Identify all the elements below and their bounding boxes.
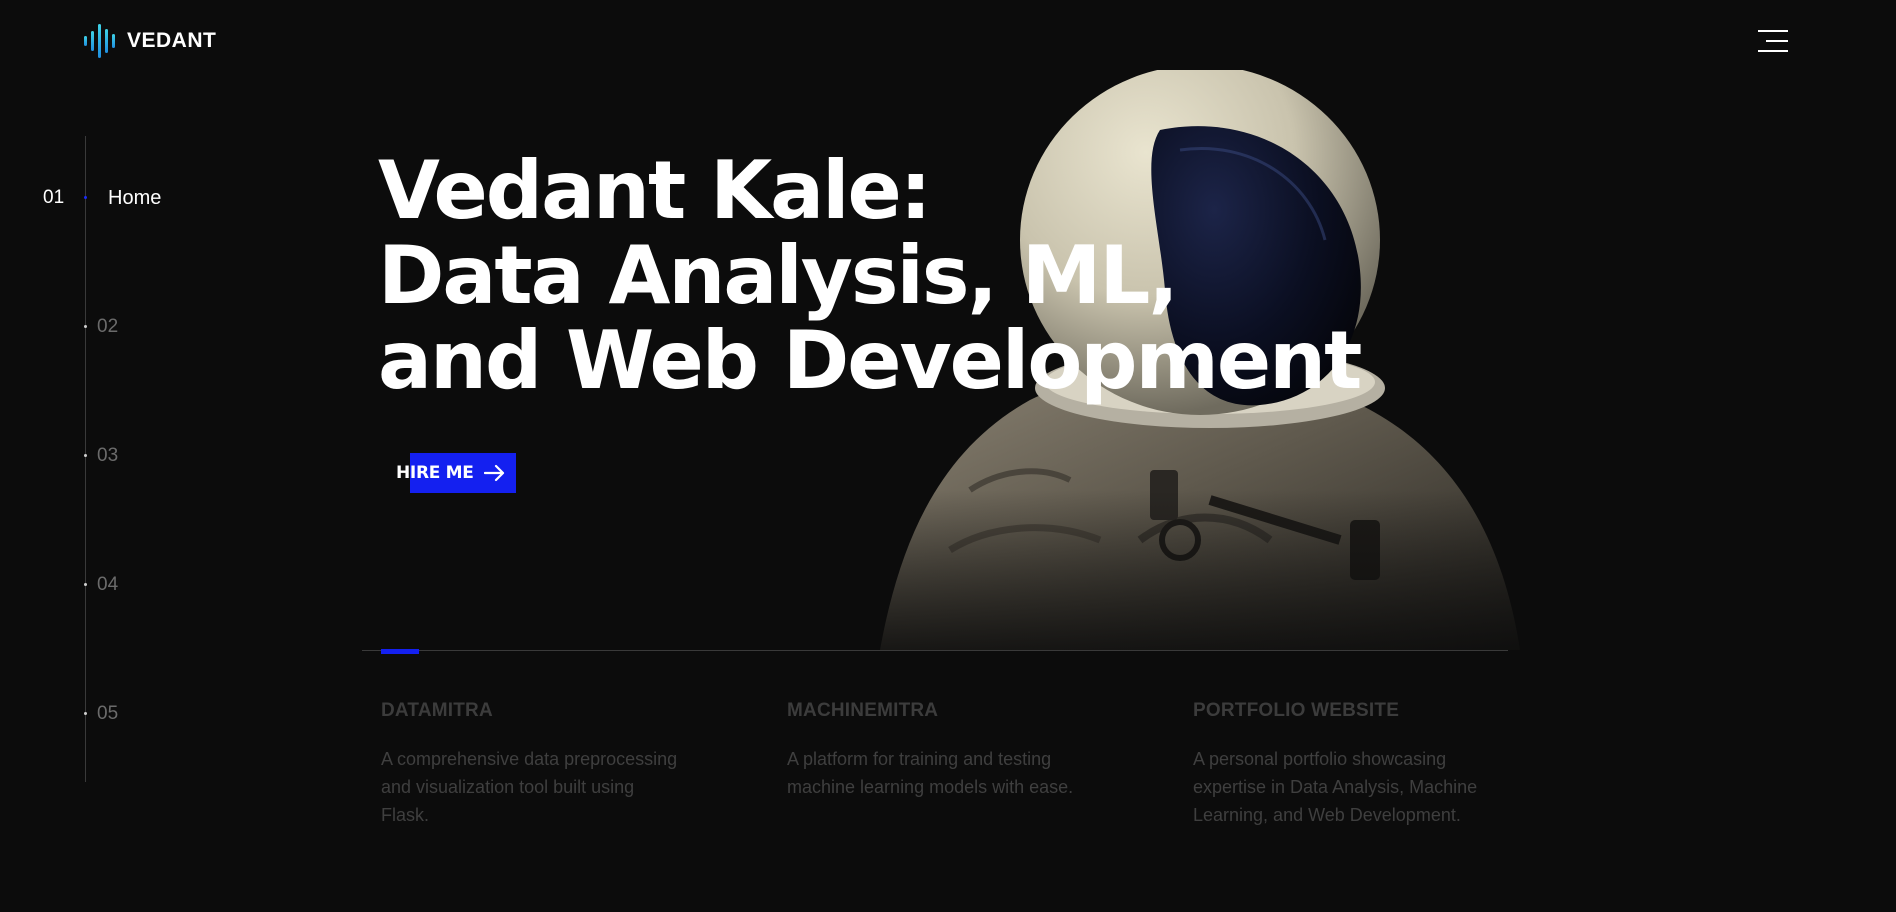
project-card-machinemitra[interactable]: MACHINEMITRA A platform for training and… <box>787 700 1107 801</box>
side-nav-number: 05 <box>97 703 119 724</box>
projects-active-indicator <box>381 649 419 654</box>
hamburger-menu-icon[interactable] <box>1756 28 1788 54</box>
hero-heading: Vedant Kale: Data Analysis, ML, and Web … <box>378 144 1362 407</box>
side-nav-item-home[interactable]: 01 Home <box>0 184 220 212</box>
side-nav-item-04[interactable]: 04 <box>0 571 220 599</box>
project-description: A platform for training and testing mach… <box>787 749 1074 797</box>
side-nav-dot <box>84 454 87 457</box>
hire-me-label: HIRE ME <box>396 463 474 483</box>
side-nav-item-05[interactable]: 05 <box>0 700 220 728</box>
page: VEDANT 01 Home 02 03 04 05 Vedant Kale: … <box>0 0 1896 912</box>
side-nav-item-02[interactable]: 02 <box>0 313 220 341</box>
side-nav-dot <box>84 583 87 586</box>
project-card-portfolio-website[interactable]: PORTFOLIO WEBSITE A personal portfolio s… <box>1193 700 1513 829</box>
sound-wave-icon <box>84 22 115 60</box>
project-title: DATAMITRA <box>381 700 493 721</box>
project-description: A personal portfolio showcasing expertis… <box>1193 749 1478 825</box>
side-nav-number: 03 <box>97 445 119 466</box>
brand-logo[interactable]: VEDANT <box>84 22 216 60</box>
side-nav-number: 01 <box>43 187 65 208</box>
project-title: PORTFOLIO WEBSITE <box>1193 700 1400 721</box>
project-title: MACHINEMITRA <box>787 700 939 721</box>
arrow-right-icon <box>483 464 504 482</box>
hero-heading-line: and Web Development <box>378 314 1362 407</box>
hero-heading-line: Vedant Kale: <box>378 144 932 237</box>
side-nav-number: 04 <box>97 574 119 595</box>
side-nav-dot <box>84 196 87 199</box>
brand-name: VEDANT <box>127 29 217 52</box>
project-card-datamitra[interactable]: DATAMITRA A comprehensive data preproces… <box>381 700 701 829</box>
hero-heading-line: Data Analysis, ML, <box>378 229 1179 322</box>
project-description: A comprehensive data preprocessing and v… <box>381 749 678 825</box>
side-nav-item-03[interactable]: 03 <box>0 442 220 470</box>
hire-me-button[interactable]: HIRE ME <box>396 452 516 494</box>
side-nav-dot <box>84 325 87 328</box>
side-nav-dot <box>84 712 87 715</box>
projects-divider <box>362 650 1508 651</box>
side-nav-label: Home <box>108 187 162 209</box>
side-nav-number: 02 <box>97 316 119 337</box>
